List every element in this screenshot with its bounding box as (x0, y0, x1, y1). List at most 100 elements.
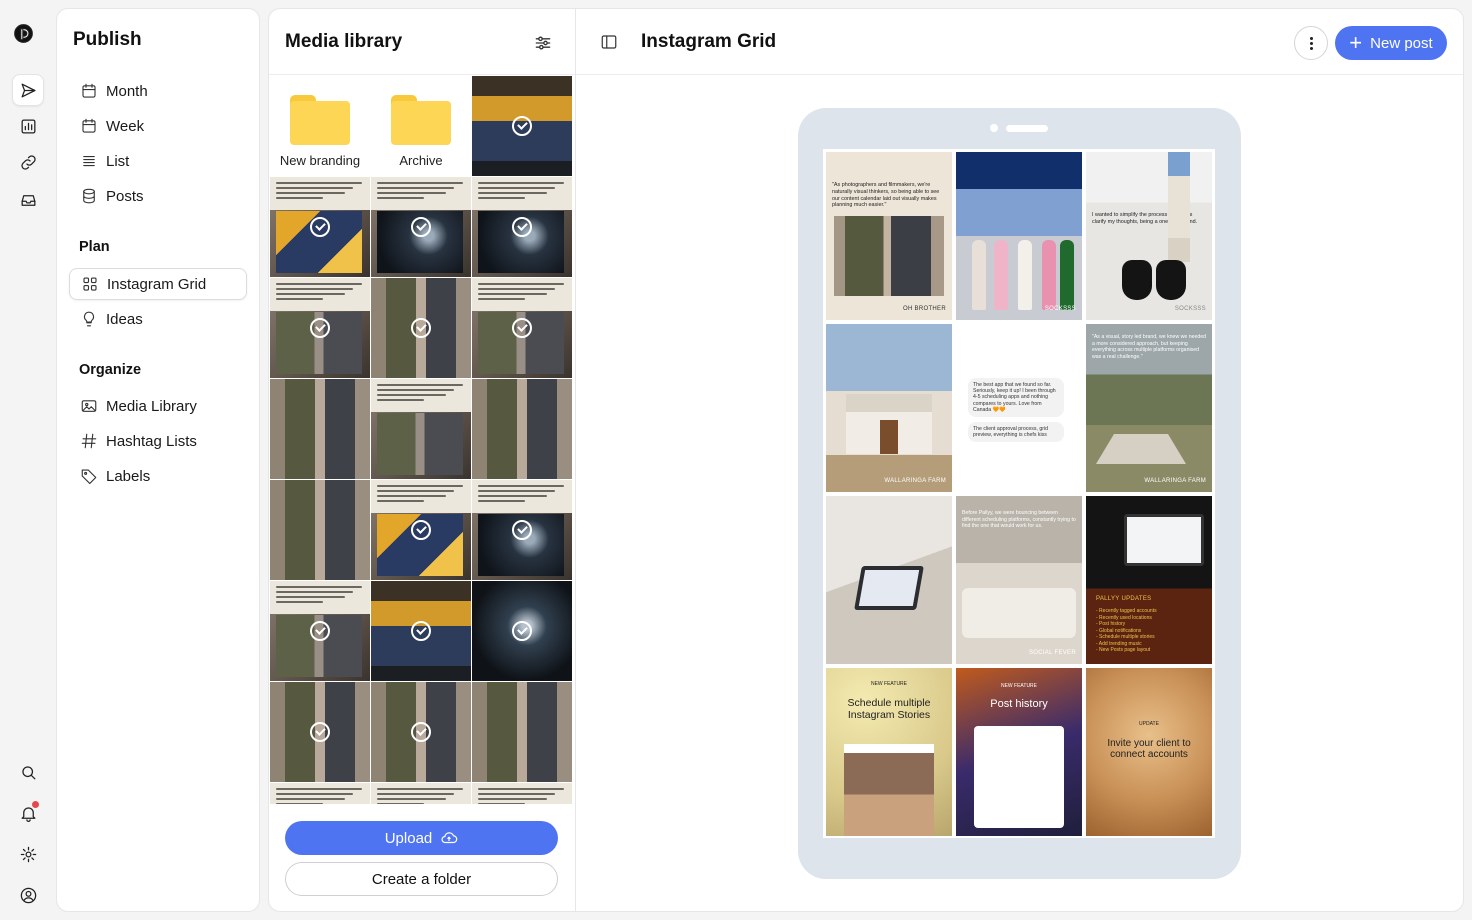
post-photo (962, 588, 1076, 638)
analytics-icon[interactable] (12, 110, 44, 142)
post-photo (854, 566, 924, 610)
media-thumbnail[interactable] (270, 581, 370, 681)
sidebar-item-week[interactable]: Week (69, 110, 247, 142)
media-thumbnail[interactable] (371, 278, 471, 378)
post-caption: "As photographers and filmmakers, we're … (832, 182, 940, 209)
new-post-button[interactable]: + New post (1335, 26, 1447, 60)
sidebar-item-label: Hashtag Lists (106, 432, 197, 450)
thumbnail-text (377, 384, 463, 404)
media-thumbnail[interactable] (270, 682, 370, 782)
bell-icon[interactable] (12, 797, 44, 829)
grid-post[interactable]: WALLARINGA FARM (826, 324, 952, 492)
post-photo (1122, 260, 1152, 300)
filter-settings-icon[interactable] (533, 33, 553, 53)
sidebar-item-list[interactable]: List (69, 145, 247, 177)
post-brand-tag: PALLYY UPDATES (1096, 596, 1152, 602)
check-circle-icon (512, 217, 532, 237)
icon-rail (0, 0, 56, 920)
thumbnail-text (377, 788, 463, 804)
sidebar-item-instagram-grid[interactable]: Instagram Grid (69, 268, 247, 300)
thumbnail-text (377, 485, 463, 505)
media-library-header: Media library (269, 9, 575, 75)
hashtag-icon (81, 433, 97, 449)
toggle-sidebar-icon[interactable] (600, 33, 618, 51)
media-thumbnail[interactable] (472, 783, 572, 804)
media-thumbnail[interactable] (270, 379, 370, 479)
profile-icon[interactable] (12, 879, 44, 911)
sidebar-item-ideas[interactable]: Ideas (69, 303, 247, 335)
post-brand-tag: SOCKSSS (1174, 306, 1206, 312)
post-photo (844, 744, 934, 836)
media-thumbnail[interactable] (371, 480, 471, 580)
thumbnail-text (276, 182, 362, 202)
post-update-list: - Recently tagged accounts - Recently us… (1096, 608, 1157, 653)
media-thumbnail[interactable] (472, 581, 572, 681)
post-kicker: UPDATE (1139, 721, 1159, 727)
sidebar-item-posts[interactable]: Posts (69, 180, 247, 212)
grid-post[interactable]: SOCKSSS (956, 152, 1082, 320)
sidebar-item-media-library[interactable]: Media Library (69, 390, 247, 422)
check-circle-icon (310, 217, 330, 237)
sidebar-item-hashtag-lists[interactable]: Hashtag Lists (69, 425, 247, 457)
sidebar-item-labels[interactable]: Labels (69, 460, 247, 492)
media-thumbnail[interactable] (371, 379, 471, 479)
media-thumbnail[interactable] (270, 177, 370, 277)
grid-post[interactable]: The best app that we found so far. Serio… (956, 324, 1082, 492)
list-icon (83, 155, 95, 167)
settings-icon[interactable] (12, 838, 44, 870)
grid-post[interactable]: I wanted to simplify the process as well… (1086, 152, 1212, 320)
inbox-icon[interactable] (12, 184, 44, 216)
publish-icon[interactable] (12, 74, 44, 106)
database-icon (83, 188, 95, 204)
check-circle-icon (411, 722, 431, 742)
media-thumbnail[interactable] (472, 278, 572, 378)
section-heading-organize: Organize (79, 362, 142, 378)
post-caption: Before Pallyy, we were bouncing between … (962, 510, 1076, 529)
media-thumbnail[interactable] (472, 76, 572, 176)
grid-post[interactable] (826, 496, 952, 664)
instagram-grid-header: Instagram Grid + New post (576, 9, 1463, 75)
media-thumbnail[interactable] (270, 480, 370, 580)
upload-button[interactable]: Upload (285, 821, 558, 855)
grid-post[interactable]: NEW FEATURE Schedule multiple Instagram … (826, 668, 952, 836)
media-thumbnail[interactable] (371, 581, 471, 681)
section-heading-plan: Plan (79, 239, 110, 255)
more-options-button[interactable] (1294, 26, 1328, 60)
media-thumbnail[interactable] (371, 682, 471, 782)
post-figure (972, 240, 986, 310)
grid-post[interactable]: "As photographers and filmmakers, we're … (826, 152, 952, 320)
media-thumbnail[interactable] (472, 177, 572, 277)
tablet-camera (990, 124, 998, 132)
media-thumbnail[interactable] (371, 177, 471, 277)
create-folder-button[interactable]: Create a folder (285, 862, 558, 896)
thumbnail-text (377, 182, 463, 202)
sidebar-item-label: Week (106, 117, 145, 135)
grid-post[interactable]: PALLYY UPDATES - Recently tagged account… (1086, 496, 1212, 664)
tag-icon (81, 469, 97, 485)
check-circle-icon (411, 520, 431, 540)
link-icon[interactable] (12, 146, 44, 178)
grid-post[interactable]: NEW FEATURE Post history (956, 668, 1082, 836)
media-thumbnail[interactable] (472, 682, 572, 782)
folder-archive[interactable]: Archive (371, 76, 471, 176)
grid-post[interactable]: UPDATE Invite your client to connect acc… (1086, 668, 1212, 836)
grid-post[interactable]: Before Pallyy, we were bouncing between … (956, 496, 1082, 664)
folder-new-branding[interactable]: New branding (270, 76, 370, 176)
media-grid: New branding Archive (270, 76, 575, 804)
media-thumbnail[interactable] (270, 783, 370, 804)
pallyy-logo-icon[interactable] (14, 24, 33, 43)
check-circle-icon (411, 621, 431, 641)
grid-post[interactable]: "As a visual, story led brand, we knew w… (1086, 324, 1212, 492)
check-circle-icon (310, 621, 330, 641)
media-thumbnail[interactable] (472, 379, 572, 479)
media-thumbnail[interactable] (371, 783, 471, 804)
sidebar-item-month[interactable]: Month (69, 75, 247, 107)
thumbnail-text (276, 586, 362, 606)
media-thumbnail[interactable] (472, 480, 572, 580)
media-thumbnail[interactable] (270, 278, 370, 378)
check-circle-icon (411, 217, 431, 237)
post-kicker: NEW FEATURE (1000, 683, 1038, 689)
cloud-upload-icon (441, 832, 458, 844)
folder-label: Archive (399, 153, 443, 168)
search-icon[interactable] (12, 756, 44, 788)
